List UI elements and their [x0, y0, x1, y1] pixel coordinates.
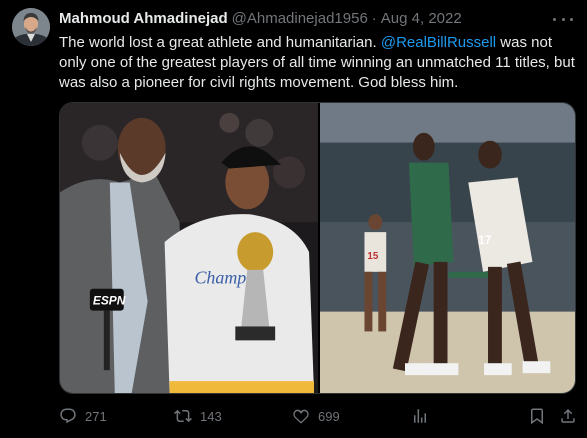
photo-basketball-game[interactable]: 15 17	[318, 103, 575, 393]
bookmark-icon	[531, 408, 543, 425]
tweet: Mahmoud Ahmadinejad @Ahmadinejad1956 · A…	[0, 0, 587, 438]
heart-icon	[293, 409, 309, 424]
avatar[interactable]	[12, 8, 50, 46]
separator-dot: ·	[371, 10, 377, 27]
share-button[interactable]	[559, 404, 577, 428]
espn-mic-flag: ESPN	[93, 294, 126, 308]
jersey-number: 15	[367, 251, 378, 262]
like-count: 699	[318, 408, 340, 424]
tweet-actions: 271 143 699	[59, 404, 579, 428]
views-button[interactable]	[411, 404, 429, 428]
tweet-header: Mahmoud Ahmadinejad @Ahmadinejad1956 · A…	[59, 9, 462, 29]
jersey-number: 17	[478, 233, 492, 247]
author-name[interactable]: Mahmoud Ahmadinejad	[59, 9, 228, 29]
views-icon	[414, 409, 426, 423]
reply-button[interactable]: 271	[59, 404, 107, 428]
tweet-date[interactable]: Aug 4, 2022	[381, 9, 462, 29]
repost-icon	[174, 409, 192, 423]
share-icon	[561, 408, 575, 423]
repost-count: 143	[200, 408, 222, 424]
mention-link[interactable]: @RealBillRussell	[381, 34, 496, 51]
bookmark-button[interactable]	[528, 404, 546, 428]
like-button[interactable]: 699	[292, 404, 340, 428]
repost-button[interactable]: 143	[174, 404, 222, 428]
author-handle[interactable]: @Ahmadinejad1956	[232, 9, 368, 29]
reply-count: 271	[85, 408, 107, 424]
reply-icon	[60, 408, 76, 424]
more-options-icon[interactable]	[553, 10, 573, 28]
photo-champions-trophy[interactable]: ESPN Champ	[60, 103, 318, 393]
tweet-text-part: The world lost a great athlete and human…	[59, 34, 381, 51]
tweet-text: The world lost a great athlete and human…	[59, 33, 579, 93]
shirt-text: Champ	[194, 268, 246, 288]
media-gallery: ESPN Champ 15 17	[59, 102, 576, 394]
